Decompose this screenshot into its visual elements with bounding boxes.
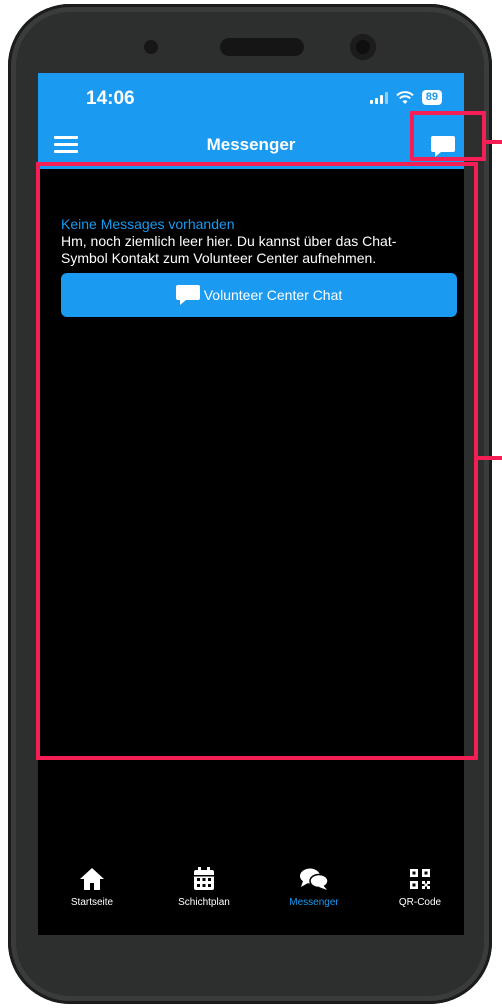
front-camera bbox=[350, 34, 376, 60]
signal-icon bbox=[369, 91, 388, 104]
volunteer-center-chat-label: Volunteer Center Chat bbox=[203, 287, 343, 303]
chat-icon bbox=[175, 285, 200, 305]
tab-qr-code[interactable]: QR-Code bbox=[370, 867, 464, 908]
calendar-icon bbox=[194, 867, 214, 890]
wifi-icon bbox=[396, 90, 414, 104]
page-title: Messenger bbox=[206, 135, 296, 154]
tab-startseite[interactable]: Startseite bbox=[42, 867, 142, 908]
sensor-dot bbox=[144, 40, 158, 54]
tab-messenger[interactable]: Messenger bbox=[264, 867, 364, 908]
chat-icon[interactable] bbox=[430, 133, 456, 159]
empty-state-title: Keine Messages vorhanden bbox=[61, 216, 235, 232]
phone-screen: 14:06 89 Messenger Keine Messages vorhan… bbox=[38, 73, 464, 935]
app-bar: Messenger bbox=[38, 123, 464, 169]
qr-code-icon bbox=[410, 869, 430, 889]
chat-bubbles-icon bbox=[300, 868, 329, 890]
home-icon bbox=[80, 868, 104, 890]
tab-schichtplan[interactable]: Schichtplan bbox=[154, 867, 254, 908]
bottom-tab-bar: Startseite Schichtplan Messenger QR-Code bbox=[38, 827, 464, 935]
status-time: 14:06 bbox=[86, 88, 135, 109]
earpiece-speaker bbox=[220, 38, 304, 56]
status-bar: 14:06 89 bbox=[38, 73, 464, 123]
empty-state-text: Hm, noch ziemlich leer hier. Du kannst ü… bbox=[61, 233, 397, 266]
messenger-content: Keine Messages vorhanden Hm, noch ziemli… bbox=[38, 169, 464, 829]
battery-icon: 89 bbox=[421, 90, 442, 105]
volunteer-center-chat-button[interactable]: Volunteer Center Chat bbox=[61, 273, 457, 317]
